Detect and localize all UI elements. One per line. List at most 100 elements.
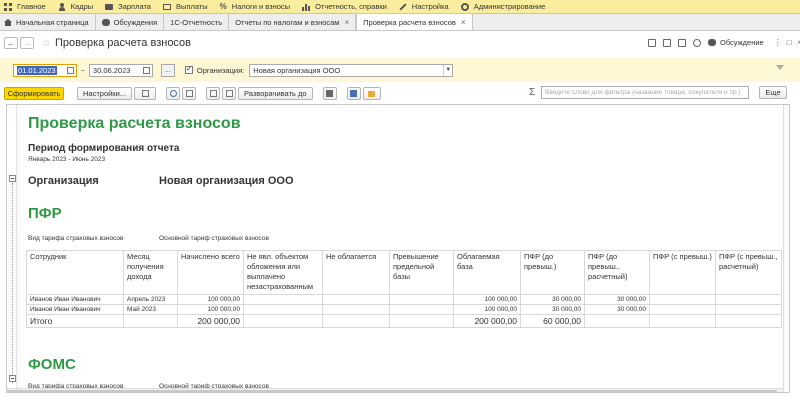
document-icon [141,90,149,97]
calendar-icon[interactable] [142,66,150,74]
expand-to-button[interactable]: Разворачивать до [238,87,313,100]
cell-empty [322,294,390,305]
cell-pfr: 30 000,00 [520,294,585,305]
tab-label: Проверка расчета взносов [363,17,456,27]
star-icon[interactable]: ☆ [42,38,51,49]
person-icon [58,2,66,11]
calculator-icon[interactable] [663,38,671,47]
menu-item-label: Отчетность, справки [315,2,387,11]
menu-item-salary[interactable]: Зарплата [101,0,159,14]
settings-button[interactable]: Настройки... [77,87,133,100]
table-row[interactable]: Иванов Иван Иванович Май 2023 100 000,00… [26,304,782,315]
export-button[interactable] [346,87,361,100]
scrollbar-thumb[interactable] [7,390,777,392]
print-icon [326,90,334,97]
search-next-icon [185,90,193,97]
menu-item-label: Зарплата [118,2,151,11]
menu-item-reports[interactable]: Отчетность, справки [298,0,395,14]
menu-item-main[interactable]: Главное [0,0,54,14]
more-icon[interactable]: ⋮ [774,38,782,47]
maximize-icon[interactable]: □ [787,38,792,47]
ungroup-button[interactable] [222,87,237,100]
tab-label: Отчеты по налогам и взносам [235,17,340,27]
save-as-button[interactable] [362,87,381,100]
menu-item-label: Выплаты [175,2,208,11]
more-button[interactable]: Еще [759,86,787,99]
menu-item-settings[interactable]: Настройка [395,0,457,14]
tab-label: Обсуждения [113,17,158,27]
cell-empty [715,304,782,315]
menu-item-label: Налоги и взносы [231,2,291,11]
close-icon[interactable]: × [461,18,466,27]
horizontal-scrollbar[interactable] [7,388,783,392]
cell-base: 100 000,00 [453,304,521,315]
cell-total-label: Итого [26,314,124,328]
tab-tax-reports[interactable]: Отчеты по налогам и взносам × [229,14,357,30]
chevron-down-icon[interactable]: ▼ [443,64,452,76]
menu-item-staff[interactable]: Кадры [54,0,101,14]
percent-icon: % [219,1,227,11]
chat-icon [708,39,716,46]
cell-month: Май 2023 [123,304,178,315]
menu-item-admin[interactable]: Администрирование [457,0,554,14]
home-icon [4,18,12,26]
report-document[interactable]: Проверка расчета взносов Период формиров… [6,104,790,393]
find-button[interactable] [166,87,181,100]
tab-home[interactable]: Начальная страница [0,14,96,30]
column-header: Начислено всего [177,250,244,295]
generate-button[interactable]: Сформировать [4,87,64,100]
forward-button[interactable]: → [20,37,34,49]
table-row[interactable]: Иванов Иван Иванович Апрель 2023 100 000… [26,294,782,305]
foms-section-title: ФОМС [28,356,76,373]
tab-label: Начальная страница [16,17,89,27]
cell-empty [322,304,390,315]
find-next-button[interactable] [182,87,197,100]
date-from-value: 01.01.2023 [17,65,57,75]
date-from-field[interactable]: 01.01.2023 [13,63,77,77]
collapse-icon[interactable] [9,375,16,382]
cell-base: 100 000,00 [453,294,521,305]
cell-pfr: 30 000,00 [520,304,585,315]
column-header: Облагаемая база [453,250,521,295]
cell-empty [649,304,716,315]
wrench-icon [399,3,407,11]
tab-contribution-check[interactable]: Проверка расчета взносов × [356,13,473,30]
tab-1c-reporting[interactable]: 1С-Отчетность [164,14,230,30]
cell-empty [243,314,323,328]
header-tools: Обсуждение ⋮ □ × [648,38,800,47]
tab-discussions[interactable]: Обсуждения [96,14,165,30]
search-input[interactable]: Введите слово для фильтра (название това… [541,86,749,99]
save-icon[interactable] [648,38,656,47]
org-checkbox[interactable] [184,64,193,74]
date-to-field[interactable]: 30.06.2023 [88,63,153,77]
cell-employee: Иванов Иван Иванович [26,304,124,315]
table-total-row[interactable]: Итого 200 000,00 200 000,00 60 000,00 [26,314,782,328]
calendar-icon[interactable] [67,66,74,74]
sum-icon[interactable]: Σ [529,87,535,98]
menu-item-taxes[interactable]: % Налоги и взносы [216,0,298,14]
close-icon[interactable]: × [344,18,349,27]
group-button[interactable] [206,87,221,100]
filter-icon[interactable] [776,65,784,70]
table-icon[interactable] [678,38,686,47]
menu-item-payments[interactable]: Выплаты [159,0,216,14]
variants-button[interactable] [134,87,157,100]
vertical-scrollbar[interactable] [783,105,789,392]
tariff-label: Вид тарифа страховых взносов [28,235,124,242]
print-button[interactable] [322,87,337,100]
collapse-icon[interactable] [9,175,16,182]
chart-icon [302,2,311,11]
link-icon[interactable] [693,38,701,47]
column-header: ПФР (до превыш., расчетный) [584,250,650,295]
org-label: Организация: [196,65,245,75]
cell-total-accrued: 200 000,00 [177,314,244,328]
chat-icon [101,18,110,26]
discussion-button[interactable]: Обсуждение [708,38,764,47]
period-select-button[interactable]: ... [160,63,175,77]
form-header: ← → ☆ Проверка расчета взносов Обсуждени… [0,33,800,53]
menu-item-label: Настройка [411,2,449,11]
back-button[interactable]: ← [4,37,18,49]
cell-accrued: 100 000,00 [177,304,244,315]
org-select[interactable]: Новая организация ООО ▼ [249,63,454,77]
column-header: Не явл. объектом обложения или выплачено… [243,250,323,295]
